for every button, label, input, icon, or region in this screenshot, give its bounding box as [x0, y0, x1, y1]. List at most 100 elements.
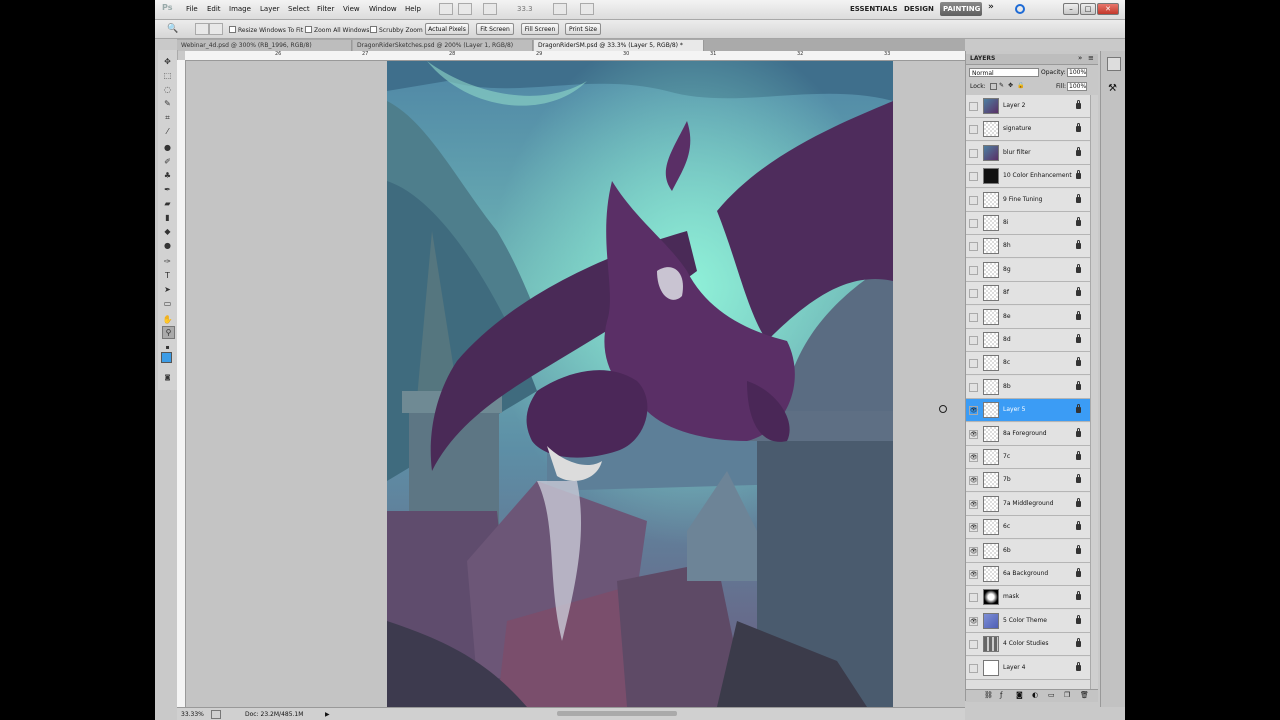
blur-tool-icon[interactable]: ◆	[162, 226, 173, 237]
layer-row[interactable]: 4 Color Studies	[966, 633, 1090, 657]
layer-row[interactable]: 👁 5 Color Theme	[966, 609, 1090, 633]
status-zoom[interactable]: 33.33%	[181, 711, 204, 718]
blend-mode-select[interactable]: Normal	[969, 68, 1039, 77]
zoom-tool-icon[interactable]: ⚲	[162, 326, 175, 339]
menu-window[interactable]: Window	[369, 5, 397, 13]
zoom-in-icon[interactable]	[195, 23, 209, 35]
layer-row[interactable]: 👁 Layer 5	[966, 399, 1090, 423]
tool-presets-icon[interactable]: ⚒	[1108, 83, 1117, 94]
gradient-icon[interactable]: ▮	[162, 212, 173, 223]
visibility-eye-icon[interactable]	[969, 172, 978, 182]
workspace-painting[interactable]: PAINTING	[943, 5, 980, 13]
more-workspaces-icon[interactable]: »	[988, 2, 994, 12]
visibility-eye-icon[interactable]: 👁	[969, 406, 978, 416]
layer-row[interactable]: 8d	[966, 329, 1090, 352]
layer-row[interactable]: 👁 7a Middleground	[966, 492, 1090, 516]
layer-row[interactable]: 8i	[966, 212, 1090, 235]
lock-all-icon[interactable]: 🔒	[1017, 82, 1024, 89]
quick-mask-icon[interactable]: ◙	[162, 372, 173, 383]
close-button[interactable]: ✕	[1097, 3, 1119, 15]
visibility-eye-icon[interactable]: 👁	[969, 546, 978, 556]
layer-row[interactable]: mask	[966, 586, 1090, 610]
layer-row[interactable]: signature	[966, 118, 1090, 142]
layer-row[interactable]: 8h	[966, 235, 1090, 259]
bridge-icon[interactable]	[439, 3, 453, 15]
link-layers-icon[interactable]: ⛓	[984, 691, 993, 699]
zoom-out-icon[interactable]	[209, 23, 223, 35]
visibility-eye-icon[interactable]: 👁	[969, 523, 978, 533]
minimize-button[interactable]: –	[1063, 3, 1079, 15]
layer-row[interactable]: 👁 8a Foreground	[966, 422, 1090, 446]
maximize-button[interactable]: □	[1080, 3, 1096, 15]
visibility-eye-icon[interactable]	[969, 359, 978, 369]
delete-layer-icon[interactable]: 🗑	[1080, 691, 1089, 699]
visibility-eye-icon[interactable]	[969, 265, 978, 275]
status-export-icon[interactable]	[211, 710, 221, 719]
horizontal-scrollbar[interactable]	[557, 711, 677, 716]
healing-brush-icon[interactable]: ●	[162, 142, 173, 153]
panel-menu-icon[interactable]: ≡	[1088, 54, 1094, 62]
visibility-eye-icon[interactable]: 👁	[969, 453, 978, 462]
fit-screen-button[interactable]: Fit Screen	[476, 23, 514, 35]
zoom-level-field[interactable]: 33.3	[517, 5, 533, 13]
visibility-eye-icon[interactable]: 👁	[969, 616, 978, 626]
menu-layer[interactable]: Layer	[260, 5, 280, 13]
menu-select[interactable]: Select	[288, 5, 310, 13]
layer-style-icon[interactable]: ƒ	[1000, 691, 1002, 699]
layer-row[interactable]: 👁 7c	[966, 446, 1090, 469]
path-select-icon[interactable]: ➤	[162, 284, 173, 295]
canvas-area[interactable]	[186, 61, 965, 707]
layer-row[interactable]: 10 Color Enhancement	[966, 165, 1090, 189]
fill-field[interactable]: 100%	[1067, 82, 1087, 91]
clone-stamp-icon[interactable]: ♣	[162, 170, 173, 181]
visibility-eye-icon[interactable]	[969, 312, 978, 322]
adjustment-layer-icon[interactable]: ◐	[1032, 691, 1038, 699]
hand-tool-icon[interactable]: ✋	[162, 314, 173, 325]
tab-dragon-sketches[interactable]: DragonRiderSketches.psd @ 200% (Layer 1,…	[353, 40, 533, 51]
visibility-eye-icon[interactable]	[969, 640, 978, 650]
menu-image[interactable]: Image	[229, 5, 251, 13]
move-tool-icon[interactable]: ✥	[162, 56, 173, 67]
lock-position-icon[interactable]: ✥	[1008, 82, 1013, 89]
menu-edit[interactable]: Edit	[207, 5, 221, 13]
lock-transparency-icon[interactable]	[990, 83, 997, 90]
visibility-eye-icon[interactable]: 👁	[969, 476, 978, 486]
tab-webinar[interactable]: Webinar_4d.psd @ 300% (RB_1996, RGB/8)	[177, 40, 352, 51]
visibility-eye-icon[interactable]	[969, 289, 978, 299]
menu-file[interactable]: File	[186, 5, 198, 13]
add-mask-icon[interactable]: ◙	[1016, 691, 1023, 699]
hand-tool-icon[interactable]	[553, 3, 567, 15]
workspace-design[interactable]: DESIGN	[904, 5, 934, 13]
scrubby-zoom-checkbox[interactable]: Scrubby Zoom	[370, 26, 423, 34]
shape-tool-icon[interactable]: ▭	[162, 298, 173, 309]
zoom-all-windows-checkbox[interactable]: Zoom All Windows	[305, 26, 369, 34]
fill-screen-button[interactable]: Fill Screen	[521, 23, 559, 35]
marquee-tool-icon[interactable]: ⬚	[162, 70, 173, 81]
crop-tool-icon[interactable]: ⌗	[162, 112, 173, 123]
visibility-eye-icon[interactable]	[969, 593, 978, 603]
new-layer-icon[interactable]: ❐	[1064, 691, 1070, 699]
layer-row[interactable]: 8e	[966, 305, 1090, 329]
visibility-eye-icon[interactable]	[969, 663, 978, 673]
visibility-eye-icon[interactable]	[969, 195, 978, 205]
menu-help[interactable]: Help	[405, 5, 421, 13]
status-menu-arrow-icon[interactable]: ▶	[325, 711, 330, 718]
layer-row[interactable]: 👁 6b	[966, 539, 1090, 563]
visibility-eye-icon[interactable]: 👁	[969, 570, 978, 579]
minibridge-icon[interactable]	[458, 3, 472, 15]
visibility-eye-icon[interactable]	[969, 242, 978, 252]
layer-row[interactable]: 8c	[966, 352, 1090, 376]
eraser-icon[interactable]: ▰	[162, 198, 173, 209]
menu-view[interactable]: View	[343, 5, 360, 13]
print-size-button[interactable]: Print Size	[565, 23, 601, 35]
visibility-eye-icon[interactable]: 👁	[969, 499, 978, 509]
visibility-eye-icon[interactable]	[969, 382, 978, 392]
layer-row[interactable]: 9 Fine Tuning	[966, 188, 1090, 212]
eyedropper-icon[interactable]: ⁄	[162, 126, 173, 137]
visibility-eye-icon[interactable]	[969, 219, 978, 228]
visibility-eye-icon[interactable]	[969, 336, 978, 345]
actual-pixels-button[interactable]: Actual Pixels	[425, 23, 469, 35]
layer-row[interactable]: Layer 2	[966, 95, 1090, 118]
resize-windows-checkbox[interactable]: Resize Windows To Fit	[229, 26, 303, 34]
brush-tool-icon[interactable]: ✐	[162, 156, 173, 167]
